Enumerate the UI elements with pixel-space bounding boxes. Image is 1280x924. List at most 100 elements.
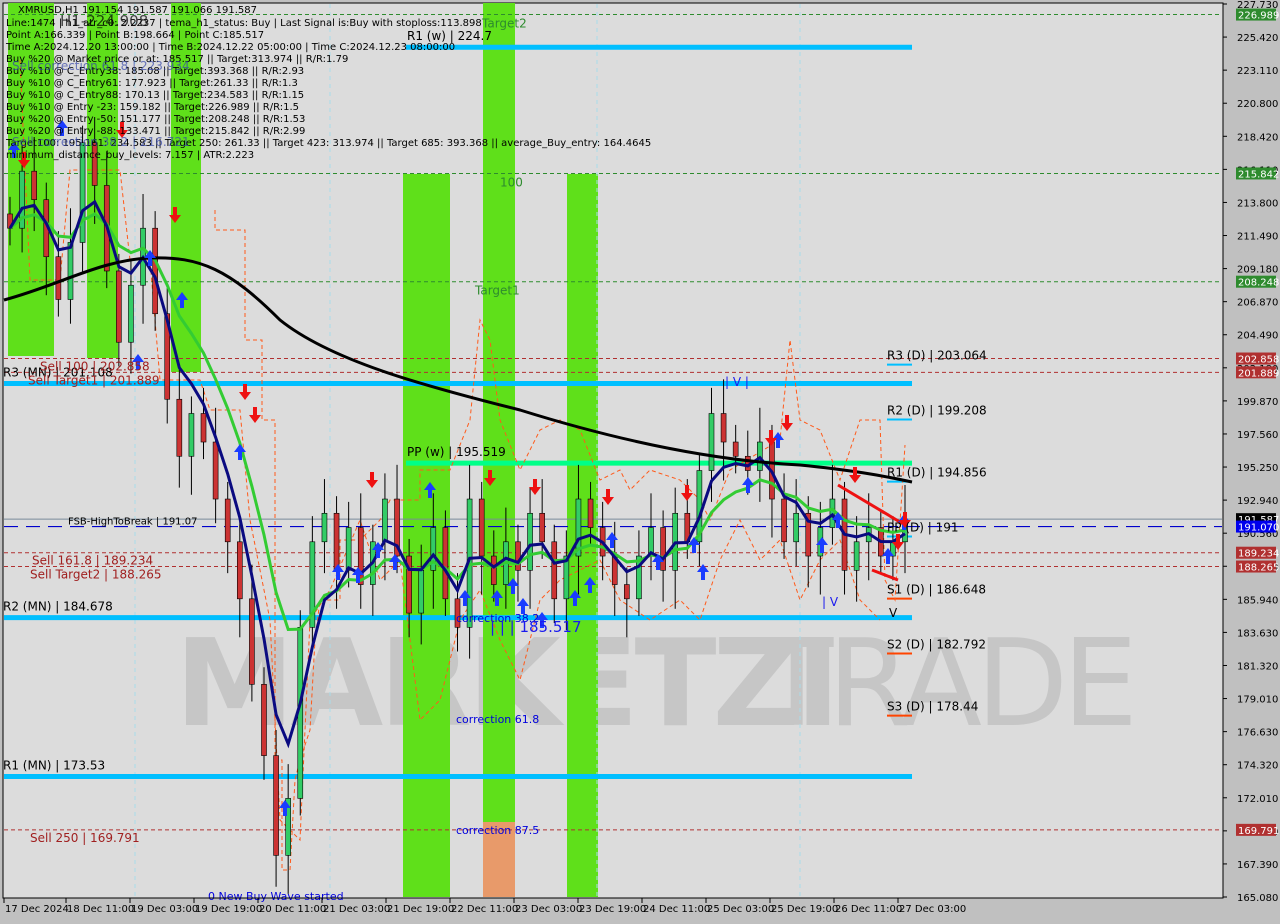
candle-body — [273, 755, 279, 856]
candle-body — [515, 541, 521, 571]
candle-body — [418, 570, 425, 614]
info-line: Buy %10 @ C_Entry61: 177.923 || Target:2… — [6, 78, 298, 89]
x-tick-label: 26 Dec 11:00 — [835, 904, 902, 915]
y-tick-label: 199.870 — [1237, 397, 1278, 408]
candle-body — [212, 441, 219, 500]
correction-label: correction 61.8 — [456, 713, 539, 726]
y-tick-label: 183.630 — [1237, 628, 1278, 639]
candle-body — [442, 527, 449, 600]
x-tick-label: 18 Dec 11:00 — [67, 904, 134, 915]
correction-label: correction 87.5 — [456, 824, 539, 837]
info-line: Buy %20 @ Entry -50: 151.177 || Target:2… — [6, 114, 305, 125]
sell-level-label: Sell Target2 | 188.265 — [30, 568, 162, 582]
candle-body — [224, 498, 231, 543]
candle-body — [55, 256, 62, 300]
y-tick-label: 181.320 — [1237, 661, 1278, 672]
daily-level-label: R2 (D) | 199.208 — [887, 404, 987, 418]
y-tick-label: 167.390 — [1237, 860, 1278, 871]
y-tick-label: 204.490 — [1237, 331, 1278, 342]
y-tick-label: 179.010 — [1237, 695, 1278, 706]
y-tick-label: 225.420 — [1237, 33, 1278, 44]
daily-level-label: S3 (D) | 178.44 — [887, 700, 978, 714]
daily-level-label: R1 (D) | 194.856 — [887, 466, 987, 480]
y-tick-label: 218.420 — [1237, 132, 1278, 143]
y-tick-label: 165.080 — [1237, 893, 1278, 904]
info-line: Buy %10 @ C_Entry88: 170.13 || Target:23… — [6, 90, 304, 101]
candle-body — [781, 498, 787, 543]
daily-level-label: R3 (D) | 203.064 — [887, 349, 987, 363]
wave-mark: V — [889, 606, 898, 620]
candle-body — [708, 413, 715, 471]
point-c-label: | | | 185.517 — [490, 618, 582, 636]
x-tick-label: 17 Dec 2024 — [5, 904, 69, 915]
candle-body — [333, 512, 340, 571]
candle-body — [345, 527, 352, 571]
pivot-label: R2 (MN) | 184.678 — [3, 600, 113, 614]
x-tick-label: 20 Dec 11:00 — [259, 904, 326, 915]
candle-body — [587, 498, 594, 528]
x-tick-label: 25 Dec 19:00 — [771, 904, 838, 915]
info-line: minimum_distance_buy_levels: 7.157 | ATR… — [6, 150, 254, 161]
candle-body — [660, 527, 666, 571]
y-tick-label: 185.940 — [1237, 595, 1278, 606]
info-line: Time A:2024.12.20 13:00:00 | Time B:2024… — [5, 42, 455, 53]
y-tick-label: 220.800 — [1237, 99, 1278, 110]
daily-level-label: S1 (D) | 186.648 — [887, 583, 986, 597]
x-tick-label: 25 Dec 03:00 — [707, 904, 774, 915]
price-tag-label: 208.248 — [1238, 278, 1279, 289]
candle-body — [176, 398, 183, 457]
overlay-label: Sell correction 38.2 | 216.721 — [12, 135, 190, 149]
overlay-label: H1-224.908 — [60, 12, 148, 30]
y-tick-label: 223.110 — [1237, 66, 1278, 77]
target-level-label: Target2 — [481, 17, 527, 31]
info-line: Point A:166.339 | Point B:198.664 | Poin… — [6, 30, 264, 41]
price-tag-label: 202.858 — [1238, 355, 1279, 366]
candle-body — [200, 413, 207, 443]
candle-body — [720, 413, 727, 443]
price-tag-label: 169.791 — [1238, 826, 1279, 837]
pivot-label: R1 (MN) | 173.53 — [3, 759, 105, 773]
candle-body — [152, 227, 158, 315]
target-level-label: 100 — [500, 175, 523, 189]
price-tag-label: 189.234 — [1238, 549, 1279, 560]
x-tick-label: 23 Dec 19:00 — [579, 904, 646, 915]
y-tick-label: 172.010 — [1237, 794, 1278, 805]
watermark-text-2: TRADE — [759, 615, 1132, 754]
y-tick-label: 192.940 — [1237, 496, 1278, 507]
y-tick-label: 197.560 — [1237, 430, 1278, 441]
candle-body — [321, 512, 328, 543]
fsb-label: FSB-HighToBreak | 191.07 — [68, 517, 197, 528]
candle-body — [490, 555, 497, 585]
x-tick-label: 24 Dec 11:00 — [643, 904, 710, 915]
y-tick-label: 206.870 — [1237, 298, 1278, 309]
price-chart[interactable]: MARKETZITRADE R1 (w) | 224.7R3 (MN) | 20… — [0, 0, 1280, 920]
sell-level-label: Sell 100 | 202.858 — [40, 360, 150, 374]
daily-level-label: PP (D) | 191 — [887, 521, 958, 535]
x-tick-label: 22 Dec 11:00 — [451, 904, 518, 915]
candle-body — [188, 413, 195, 457]
price-tag-label: 201.889 — [1238, 368, 1279, 379]
price-tag-label: 191.070 — [1238, 523, 1279, 534]
price-tag-label: 188.265 — [1238, 563, 1279, 574]
watermark: MARKETZITRADE — [175, 615, 1138, 754]
candle-body — [236, 541, 243, 600]
candle-body — [527, 512, 533, 571]
overlay-label: Sell correction 61.8 | 223.934 — [12, 59, 190, 73]
wave-label: 0 New Buy Wave started — [208, 890, 344, 903]
candle-body — [128, 284, 134, 343]
chart-container[interactable]: MARKETZITRADE R1 (w) | 224.7R3 (MN) | 20… — [0, 0, 1280, 920]
wave-mark: | V | — [725, 375, 749, 389]
sell-level-label: Sell Target1 | 201.889 — [28, 373, 160, 387]
wave-mark: | V — [822, 595, 839, 609]
candle-body — [382, 498, 388, 543]
x-tick-label: 23 Dec 03:00 — [515, 904, 582, 915]
candle-body — [116, 270, 122, 343]
info-line: Buy %10 @ Entry -23: 159.182 || Target:2… — [6, 102, 299, 113]
candle-body — [478, 498, 485, 557]
candle-body — [853, 541, 860, 571]
daily-level-label: S2 (D) | 182.792 — [887, 638, 986, 652]
sell-level-label: Sell 161.8 | 189.234 — [32, 554, 153, 568]
x-tick-label: 21 Dec 03:00 — [323, 904, 390, 915]
price-tag-label: 226.989 — [1238, 11, 1279, 22]
x-tick-label: 21 Dec 19:00 — [387, 904, 454, 915]
